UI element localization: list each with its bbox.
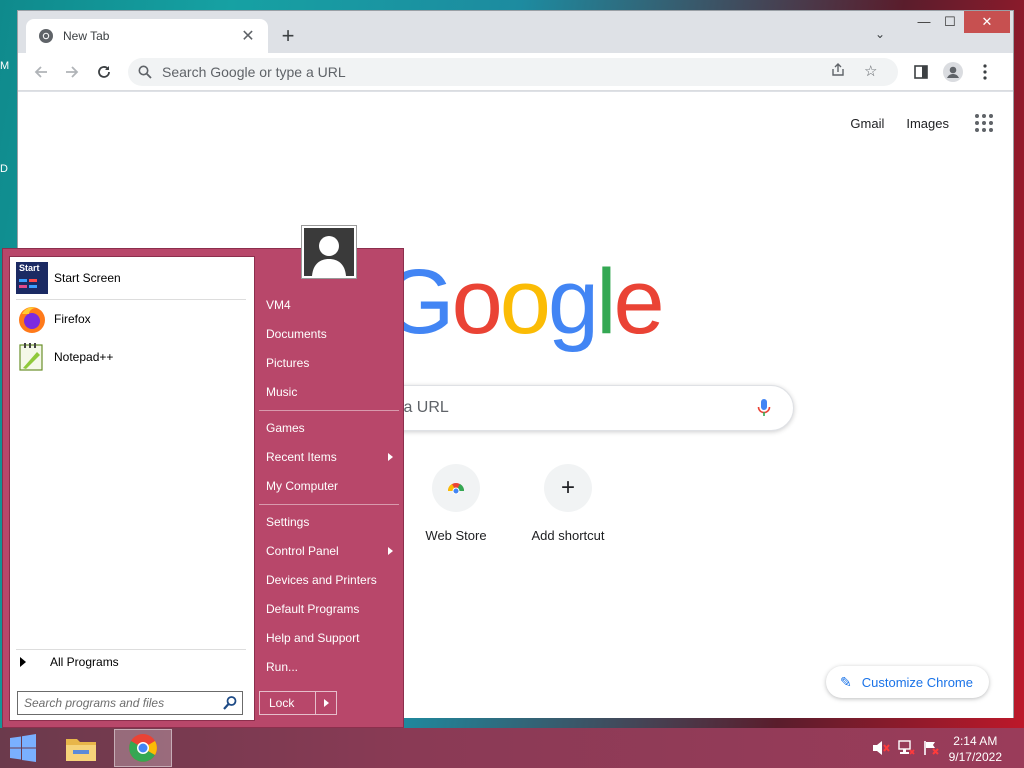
search-icon[interactable] [222, 695, 238, 711]
start-menu-programs-pane: Start Start Screen Firefox Notepad++ All… [9, 256, 255, 721]
start-item-start-screen[interactable]: Start Start Screen [16, 259, 121, 297]
top-links: Gmail Images [828, 114, 993, 132]
lock-options-arrow-icon[interactable] [316, 692, 336, 714]
new-tab-button[interactable]: + [276, 25, 300, 49]
forward-icon[interactable] [61, 61, 83, 83]
shortcut-label: Add shortcut [531, 528, 605, 543]
start-link-default-programs[interactable]: Default Programs [266, 602, 359, 616]
tab-new-tab[interactable]: New Tab ✕ [26, 19, 268, 53]
google-logo: Google [383, 250, 665, 355]
plus-icon: + [544, 464, 592, 512]
volume-muted-icon[interactable] [872, 740, 890, 756]
start-item-notepadpp[interactable]: Notepad++ [16, 338, 113, 376]
taskbar-chrome[interactable] [114, 729, 172, 767]
start-link-label: Control Panel [266, 544, 339, 558]
close-window-button[interactable]: ✕ [964, 11, 1010, 33]
start-link-run[interactable]: Run... [266, 660, 298, 674]
profile-icon[interactable] [942, 61, 964, 83]
desktop-label-d: D [0, 163, 8, 175]
start-item-label: Start Screen [54, 271, 121, 285]
google-apps-icon[interactable] [975, 114, 993, 132]
omnibox-placeholder: Search Google or type a URL [162, 64, 346, 80]
lock-label: Lock [260, 692, 316, 714]
submenu-arrow-icon [388, 547, 393, 555]
start-search-input[interactable]: Search programs and files [17, 691, 243, 715]
start-link-devices-printers[interactable]: Devices and Printers [266, 573, 377, 587]
start-link-documents[interactable]: Documents [266, 327, 327, 341]
action-center-flag-icon[interactable] [922, 740, 940, 756]
shortcut-web-store[interactable]: Web Store [400, 464, 512, 543]
toolbar: Search Google or type a URL ☆ [18, 53, 1013, 91]
start-item-label: Notepad++ [54, 350, 114, 364]
customize-label: Customize Chrome [861, 674, 973, 690]
start-item-label: Firefox [54, 312, 91, 326]
start-button[interactable] [8, 734, 38, 762]
side-panel-icon[interactable] [910, 61, 932, 83]
notepadpp-icon [16, 341, 48, 373]
desktop-label-m: M [0, 60, 10, 72]
search-icon [138, 65, 152, 79]
shortcut-label: Web Store [425, 528, 487, 543]
divider [259, 504, 399, 505]
tab-search-button[interactable]: ⌄ [875, 27, 885, 41]
start-link-my-computer[interactable]: My Computer [266, 479, 338, 493]
google-logo-letter: e [613, 251, 665, 353]
clock-time: 2:14 AM [953, 734, 998, 748]
tab-strip: New Tab ✕ + ⌄ — ☐ ✕ [18, 11, 1013, 53]
divider [259, 410, 399, 411]
start-search-placeholder: Search programs and files [24, 696, 165, 710]
start-screen-icon-text: Start [19, 263, 40, 273]
start-link-music[interactable]: Music [266, 385, 297, 399]
divider [16, 649, 246, 650]
shortcut-add[interactable]: + Add shortcut [512, 464, 624, 543]
start-link-settings[interactable]: Settings [266, 515, 309, 529]
microphone-icon[interactable] [757, 398, 771, 418]
start-item-firefox[interactable]: Firefox [16, 300, 91, 338]
google-logo-letter: g [547, 251, 599, 353]
start-link-label: Recent Items [266, 450, 337, 464]
arrow-right-icon [20, 657, 26, 667]
lock-button[interactable]: Lock [259, 691, 337, 715]
chrome-web-store-icon [432, 464, 480, 512]
maximize-button[interactable]: ☐ [937, 11, 963, 33]
google-logo-letter: o [499, 251, 551, 353]
submenu-arrow-icon [388, 453, 393, 461]
start-link-recent-items[interactable]: Recent Items [266, 450, 393, 464]
pencil-icon: ✎ [840, 673, 852, 690]
google-logo-letter: l [596, 251, 617, 353]
back-icon[interactable] [30, 61, 52, 83]
google-logo-letter: o [451, 251, 503, 353]
tab-title: New Tab [63, 29, 110, 43]
menu-kebab-icon[interactable] [974, 61, 996, 83]
taskbar: 2:14 AM 9/17/2022 [0, 728, 1024, 768]
start-link-games[interactable]: Games [266, 421, 305, 435]
chrome-favicon-icon [39, 29, 53, 43]
reload-icon[interactable] [93, 61, 115, 83]
clock-date: 9/17/2022 [948, 750, 1002, 764]
omnibox[interactable]: Search Google or type a URL ☆ [128, 58, 898, 86]
share-icon[interactable] [830, 62, 846, 82]
images-link[interactable]: Images [906, 116, 949, 131]
tab-close-icon[interactable]: ✕ [238, 26, 258, 46]
start-link-vm4[interactable]: VM4 [266, 298, 291, 312]
taskbar-clock[interactable]: 2:14 AM 9/17/2022 [949, 733, 1002, 765]
windows-logo-icon [10, 734, 36, 762]
firefox-icon [16, 303, 48, 335]
start-screen-icon: Start [16, 262, 48, 294]
start-link-help-support[interactable]: Help and Support [266, 631, 359, 645]
bookmark-star-icon[interactable]: ☆ [864, 62, 877, 80]
network-icon[interactable] [898, 740, 916, 756]
all-programs-button[interactable]: All Programs [20, 655, 119, 669]
start-menu: Start Start Screen Firefox Notepad++ All… [2, 225, 405, 729]
start-menu-links-pane: VM4 Documents Pictures Music Games Recen… [259, 249, 405, 729]
taskbar-file-explorer[interactable] [52, 729, 110, 767]
folder-icon [66, 739, 96, 761]
start-link-control-panel[interactable]: Control Panel [266, 544, 393, 558]
start-link-pictures[interactable]: Pictures [266, 356, 309, 370]
all-programs-label: All Programs [50, 655, 119, 669]
chrome-icon [129, 734, 157, 762]
minimize-button[interactable]: — [911, 11, 937, 33]
gmail-link[interactable]: Gmail [850, 116, 884, 131]
customize-chrome-button[interactable]: ✎ Customize Chrome [826, 666, 989, 698]
